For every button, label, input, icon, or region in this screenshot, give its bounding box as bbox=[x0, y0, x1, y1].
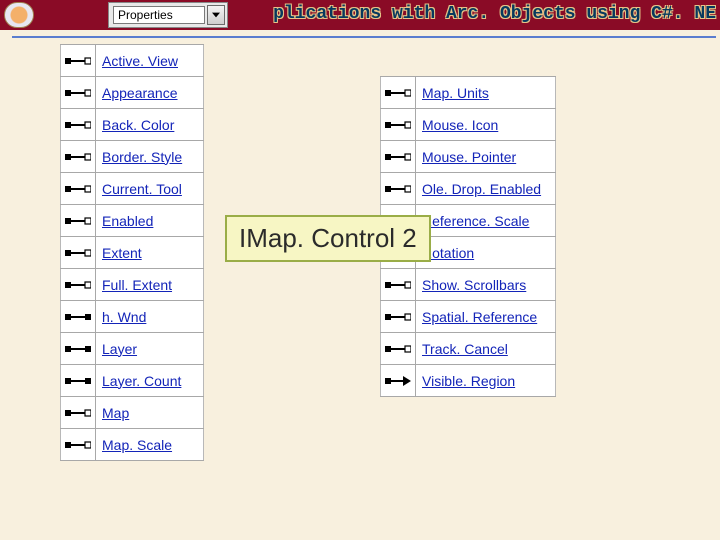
property-icon bbox=[65, 376, 91, 386]
property-link[interactable]: Reference. Scale bbox=[416, 205, 556, 236]
property-row: Map. Scale bbox=[60, 429, 204, 461]
property-link[interactable]: Active. View bbox=[96, 45, 204, 76]
property-icon bbox=[385, 280, 411, 290]
property-link[interactable]: Border. Style bbox=[96, 141, 204, 172]
property-row: Full. Extent bbox=[60, 269, 204, 301]
property-icon bbox=[65, 120, 91, 130]
property-icon-cell bbox=[380, 301, 416, 332]
property-row: Appearance bbox=[60, 77, 204, 109]
property-row: Track. Cancel bbox=[380, 333, 556, 365]
property-link[interactable]: Full. Extent bbox=[96, 269, 204, 300]
property-row: Border. Style bbox=[60, 141, 204, 173]
property-link[interactable]: Map. Units bbox=[416, 77, 556, 108]
property-link[interactable]: h. Wnd bbox=[96, 301, 204, 332]
property-icon bbox=[65, 280, 91, 290]
property-row: Map. Units bbox=[380, 77, 556, 109]
property-icon bbox=[65, 184, 91, 194]
class-name-box: IMap. Control 2 bbox=[225, 215, 431, 262]
property-icon bbox=[385, 312, 411, 322]
property-link[interactable]: Appearance bbox=[96, 77, 204, 108]
property-icon bbox=[65, 56, 91, 66]
property-icon-cell bbox=[60, 77, 96, 108]
property-icon-cell bbox=[60, 397, 96, 428]
property-icon bbox=[385, 120, 411, 130]
property-row: Layer bbox=[60, 333, 204, 365]
property-link[interactable]: Visible. Region bbox=[416, 365, 556, 396]
property-list-left: Active. ViewAppearanceBack. ColorBorder.… bbox=[60, 44, 204, 461]
property-icon-cell bbox=[380, 365, 416, 396]
property-link[interactable]: Current. Tool bbox=[96, 173, 204, 204]
property-icon bbox=[65, 344, 91, 354]
property-icon-cell bbox=[60, 333, 96, 364]
header-divider bbox=[12, 36, 716, 38]
property-row: Back. Color bbox=[60, 109, 204, 141]
property-link[interactable]: Enabled bbox=[96, 205, 204, 236]
property-row: Layer. Count bbox=[60, 365, 204, 397]
property-icon bbox=[385, 344, 411, 354]
property-icon-cell bbox=[380, 77, 416, 108]
property-icon-cell bbox=[60, 141, 96, 172]
property-icon-cell bbox=[380, 109, 416, 140]
property-icon-cell bbox=[60, 269, 96, 300]
property-row: Visible. Region bbox=[380, 365, 556, 397]
property-link[interactable]: Mouse. Pointer bbox=[416, 141, 556, 172]
property-row: Active. View bbox=[60, 45, 204, 77]
property-icon-cell bbox=[60, 301, 96, 332]
property-link[interactable]: Map bbox=[96, 397, 204, 428]
property-icon-cell bbox=[60, 173, 96, 204]
property-icon bbox=[65, 248, 91, 258]
properties-dropdown-label: Properties bbox=[113, 6, 205, 24]
property-icon-cell bbox=[60, 109, 96, 140]
property-link[interactable]: Map. Scale bbox=[96, 429, 204, 460]
property-icon bbox=[385, 152, 411, 162]
property-row: Mouse. Pointer bbox=[380, 141, 556, 173]
property-link[interactable]: Layer. Count bbox=[96, 365, 204, 396]
property-icon bbox=[65, 88, 91, 98]
property-icon-cell bbox=[380, 269, 416, 300]
property-icon bbox=[65, 440, 91, 450]
property-row: Enabled bbox=[60, 205, 204, 237]
property-link[interactable]: Back. Color bbox=[96, 109, 204, 140]
property-row: h. Wnd bbox=[60, 301, 204, 333]
property-icon-cell bbox=[60, 45, 96, 76]
property-icon bbox=[65, 312, 91, 322]
property-icon bbox=[65, 216, 91, 226]
property-icon-cell bbox=[60, 365, 96, 396]
property-link[interactable]: Show. Scrollbars bbox=[416, 269, 556, 300]
property-link[interactable]: Rotation bbox=[416, 237, 556, 268]
property-row: Ole. Drop. Enabled bbox=[380, 173, 556, 205]
property-icon bbox=[385, 376, 411, 386]
property-icon bbox=[385, 88, 411, 98]
properties-dropdown[interactable]: Properties bbox=[108, 2, 228, 28]
property-row: Current. Tool bbox=[60, 173, 204, 205]
property-row: Mouse. Icon bbox=[380, 109, 556, 141]
chevron-down-icon bbox=[212, 12, 220, 18]
property-link[interactable]: Mouse. Icon bbox=[416, 109, 556, 140]
properties-dropdown-button[interactable] bbox=[207, 5, 225, 25]
page-title: plications with Arc. Objects using C#. N… bbox=[273, 4, 720, 24]
property-link[interactable]: Spatial. Reference bbox=[416, 301, 556, 332]
property-row: Spatial. Reference bbox=[380, 301, 556, 333]
property-link[interactable]: Ole. Drop. Enabled bbox=[416, 173, 556, 204]
property-link[interactable]: Track. Cancel bbox=[416, 333, 556, 364]
property-icon bbox=[65, 152, 91, 162]
property-icon-cell bbox=[60, 429, 96, 460]
property-link[interactable]: Extent bbox=[96, 237, 204, 268]
property-row: Show. Scrollbars bbox=[380, 269, 556, 301]
app-logo-icon bbox=[4, 2, 34, 28]
property-icon-cell bbox=[60, 205, 96, 236]
property-icon-cell bbox=[380, 333, 416, 364]
property-icon-cell bbox=[380, 173, 416, 204]
property-icon-cell bbox=[60, 237, 96, 268]
property-link[interactable]: Layer bbox=[96, 333, 204, 364]
property-icon-cell bbox=[380, 141, 416, 172]
property-row: Map bbox=[60, 397, 204, 429]
property-icon bbox=[385, 184, 411, 194]
property-row: Extent bbox=[60, 237, 204, 269]
property-icon bbox=[65, 408, 91, 418]
